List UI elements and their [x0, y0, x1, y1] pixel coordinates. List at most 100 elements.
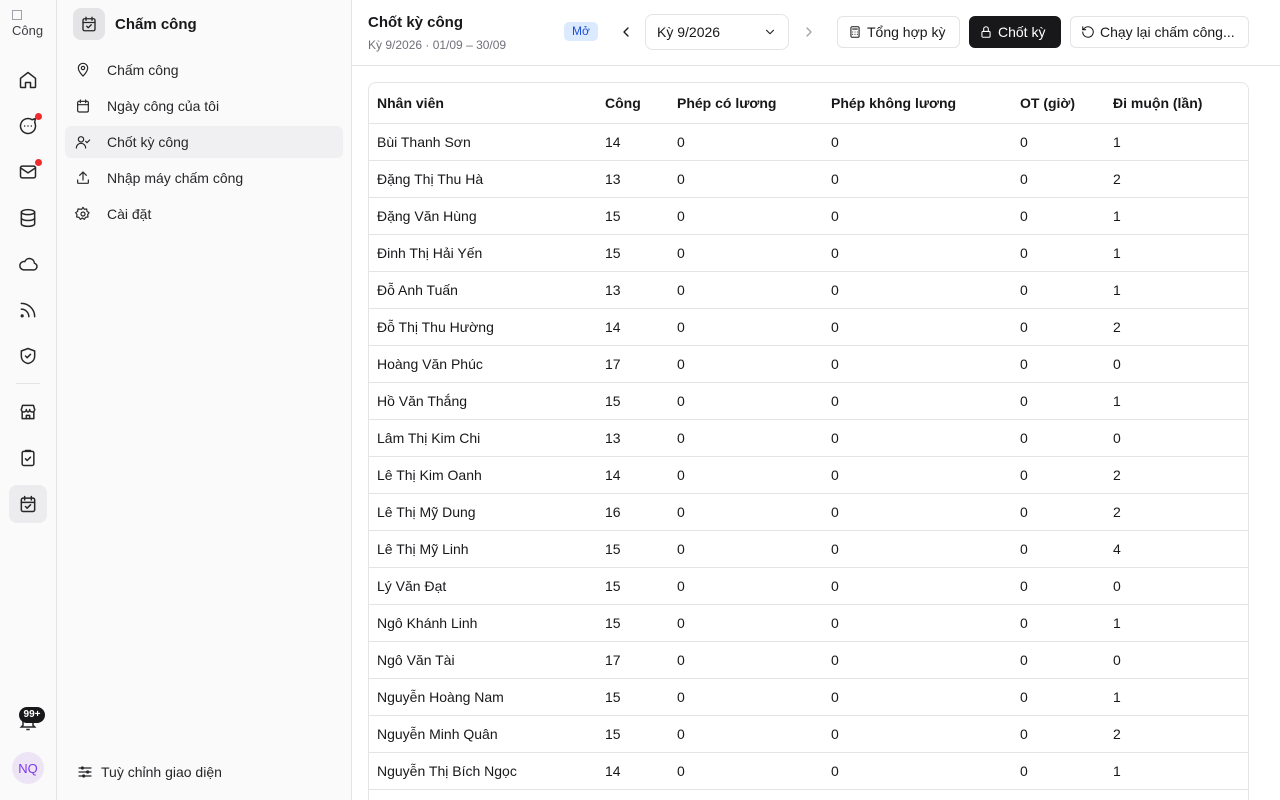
shield-check-icon[interactable]: [9, 337, 47, 375]
column-header-overtime[interactable]: OT (giờ): [1012, 83, 1105, 124]
period-select[interactable]: Kỳ 9/2026: [645, 14, 789, 50]
chat-icon[interactable]: [9, 107, 47, 145]
cell-unpaid-leave: 0: [823, 197, 1012, 235]
cell-late: 2: [1105, 160, 1248, 198]
mail-icon[interactable]: [9, 153, 47, 191]
sidebar-item-attendance[interactable]: Chấm công: [65, 54, 343, 86]
table-row[interactable]: Đỗ Thị Thu Hường 14 0 0 0 2: [369, 308, 1248, 346]
column-header-paid-leave[interactable]: Phép có lương: [669, 83, 823, 124]
table-row[interactable]: Nguyễn Thị Bích Ngọc 14 0 0 0 1: [369, 752, 1248, 790]
sidebar-item-settings[interactable]: Cài đặt: [65, 198, 343, 230]
column-header-unpaid-leave[interactable]: Phép không lương: [823, 83, 1012, 124]
rss-icon[interactable]: [9, 291, 47, 329]
column-header-late[interactable]: Đi muộn (lần): [1105, 83, 1248, 124]
cell-workdays: 15: [597, 234, 669, 272]
cell-overtime: 0: [1012, 382, 1105, 420]
calendar-check-icon[interactable]: [9, 485, 47, 523]
table-row[interactable]: Đặng Văn Hùng 15 0 0 0 1: [369, 197, 1248, 235]
table-row[interactable]: Đỗ Anh Tuấn 13 0 0 0 1: [369, 271, 1248, 309]
chevron-down-icon: [765, 29, 775, 35]
customize-ui-label: Tuỳ chỉnh giao diện: [101, 764, 222, 780]
cell-late: 2: [1105, 715, 1248, 753]
cell-unpaid-leave: 0: [823, 530, 1012, 568]
cell-late: 0: [1105, 567, 1248, 605]
cell-unpaid-leave: 0: [823, 678, 1012, 716]
cell-unpaid-leave: 0: [823, 715, 1012, 753]
cell-workdays: 14: [597, 123, 669, 161]
page-title: Chốt kỳ công: [368, 14, 464, 31]
cell-employee: Ngô Văn Tài: [369, 641, 597, 679]
unread-dot: [35, 113, 42, 120]
avatar[interactable]: NQ: [12, 752, 44, 784]
table-row[interactable]: Đặng Thị Thu Hà 13 0 0 0 2: [369, 160, 1248, 198]
table-row[interactable]: Hồ Văn Thắng 15 0 0 0 1: [369, 382, 1248, 420]
lock-icon: [981, 26, 991, 38]
app-logo[interactable]: Công: [12, 8, 44, 40]
gear-icon: [75, 206, 90, 220]
sidebar-item-label: Ngày công của tôi: [107, 98, 220, 114]
cell-late: 1: [1105, 382, 1248, 420]
cell-late: 1: [1105, 197, 1248, 235]
table-row[interactable]: Lê Thị Kim Oanh 14 0 0 0 2: [369, 456, 1248, 494]
cell-overtime: 0: [1012, 456, 1105, 494]
cell-overtime: 0: [1012, 234, 1105, 272]
table-row[interactable]: Đinh Thị Hải Yến 15 0 0 0 1: [369, 234, 1248, 272]
page-subtitle: Kỳ 9/2026 · 01/09 – 30/09: [368, 38, 507, 52]
cloud-icon[interactable]: [9, 245, 47, 283]
table-row[interactable]: Ngô Khánh Linh 15 0 0 0 1: [369, 604, 1248, 642]
sidebar-nav: Chấm công Ngày công của tôi Chốt kỳ công…: [65, 54, 343, 234]
cell-unpaid-leave: 0: [823, 641, 1012, 679]
cell-late: 4: [1105, 530, 1248, 568]
cell-paid-leave: 0: [669, 604, 823, 642]
database-icon[interactable]: [9, 199, 47, 237]
table-row[interactable]: Lê Thị Mỹ Linh 15 0 0 0 4: [369, 530, 1248, 568]
home-icon[interactable]: [9, 61, 47, 99]
cell-overtime: 0: [1012, 123, 1105, 161]
cell-employee: Hồ Văn Thắng: [369, 382, 597, 420]
rerun-attendance-button[interactable]: Chạy lại chấm công...: [1070, 16, 1249, 48]
sidebar-item-my-workdays[interactable]: Ngày công của tôi: [65, 90, 343, 122]
cell-late: 1: [1105, 678, 1248, 716]
table-row[interactable]: Bùi Thanh Sơn 14 0 0 0 1: [369, 123, 1248, 161]
period-summary-button[interactable]: Tổng hợp kỳ: [837, 16, 960, 48]
cell-unpaid-leave: 0: [823, 567, 1012, 605]
prev-period-button[interactable]: [616, 22, 636, 42]
period-select-value: Kỳ 9/2026: [657, 24, 721, 40]
table-row[interactable]: Lâm Thị Kim Chi 13 0 0 0 0: [369, 419, 1248, 457]
cell-late: 2: [1105, 493, 1248, 531]
cell-paid-leave: 0: [669, 308, 823, 346]
close-period-button[interactable]: Chốt kỳ: [969, 16, 1061, 48]
cell-employee: Lâm Thị Kim Chi: [369, 419, 597, 457]
cell-overtime: 0: [1012, 197, 1105, 235]
cell-late: 0: [1105, 419, 1248, 457]
sidebar-item-close-period[interactable]: Chốt kỳ công: [65, 126, 343, 158]
next-period-button[interactable]: [799, 22, 819, 42]
cell-workdays: 17: [597, 641, 669, 679]
cell-paid-leave: 0: [669, 345, 823, 383]
cell-overtime: 0: [1012, 493, 1105, 531]
column-header-employee[interactable]: Nhân viên: [369, 83, 597, 124]
cell-paid-leave: 0: [669, 567, 823, 605]
cell-unpaid-leave: 0: [823, 419, 1012, 457]
table-row[interactable]: Nguyễn Minh Quân 15 0 0 0 2: [369, 715, 1248, 753]
cell-workdays: 13: [597, 271, 669, 309]
cell-workdays: 17: [597, 345, 669, 383]
status-badge: Mở: [564, 22, 598, 41]
cell-unpaid-leave: 0: [823, 604, 1012, 642]
cell-workdays: 15: [597, 678, 669, 716]
table-row[interactable]: Lý Văn Đạt 15 0 0 0 0: [369, 567, 1248, 605]
table-row[interactable]: Nguyễn Hoàng Nam 15 0 0 0 1: [369, 678, 1248, 716]
sidebar-item-import-device[interactable]: Nhập máy chấm công: [65, 162, 343, 194]
clipboard-check-icon[interactable]: [9, 439, 47, 477]
calendar-days-icon: [77, 99, 89, 113]
customize-ui-button[interactable]: Tuỳ chỉnh giao diện: [77, 764, 222, 780]
cell-paid-leave: 0: [669, 197, 823, 235]
sidebar-item-label: Nhập máy chấm công: [107, 170, 244, 186]
rerun-attendance-label: Chạy lại chấm công...: [1100, 24, 1235, 40]
table-row[interactable]: Lê Thị Mỹ Dung 16 0 0 0 2: [369, 493, 1248, 531]
store-icon[interactable]: [9, 393, 47, 431]
column-header-workdays[interactable]: Công: [597, 83, 669, 124]
table-row[interactable]: Ngô Văn Tài 17 0 0 0 0: [369, 641, 1248, 679]
cell-overtime: 0: [1012, 160, 1105, 198]
table-row[interactable]: Hoàng Văn Phúc 17 0 0 0 0: [369, 345, 1248, 383]
